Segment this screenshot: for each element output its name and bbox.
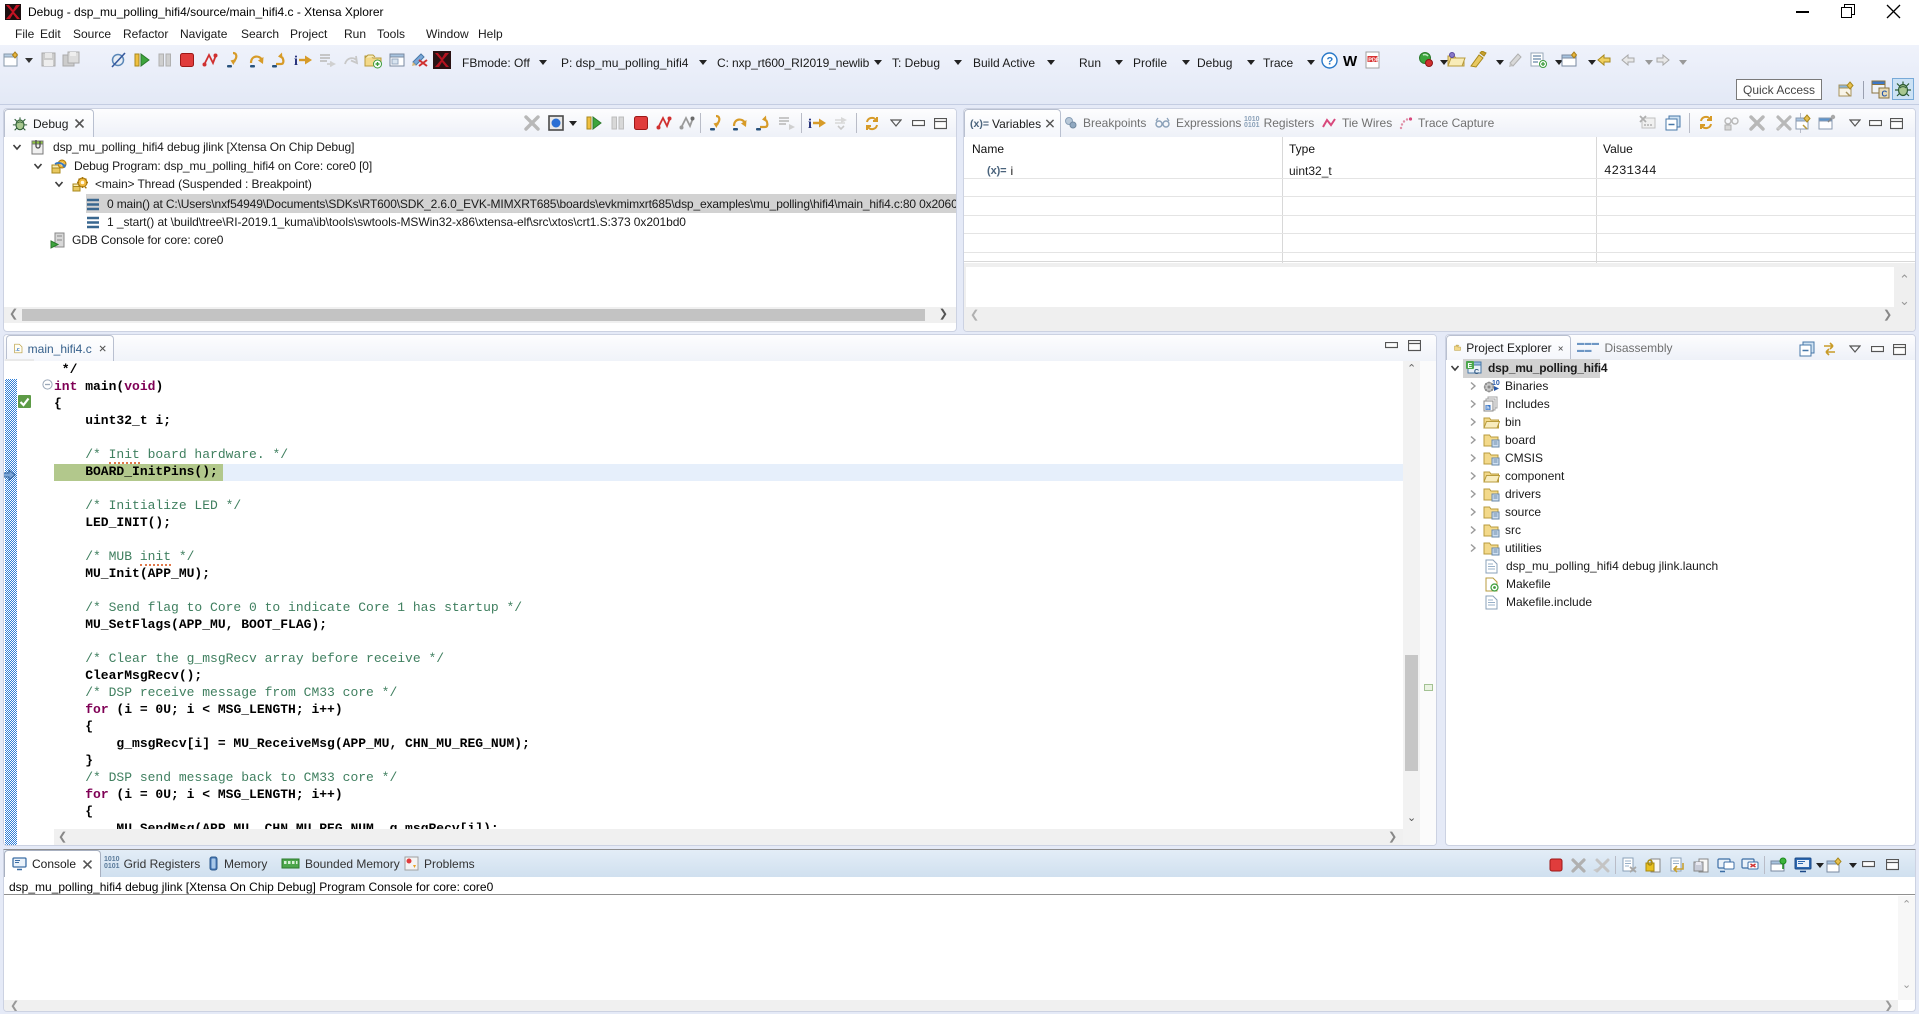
svg-text:?: ? [1327,56,1334,68]
svg-text:PDF: PDF [1368,57,1380,63]
svg-text:C: C [1882,90,1888,99]
svg-text:.c: .c [15,347,19,353]
svg-text:E: E [1468,363,1473,370]
svg-text:i: i [294,54,298,69]
svg-text:C: C [1474,369,1479,376]
svg-text:10: 10 [1492,380,1500,387]
svg-text:i: i [808,117,812,132]
